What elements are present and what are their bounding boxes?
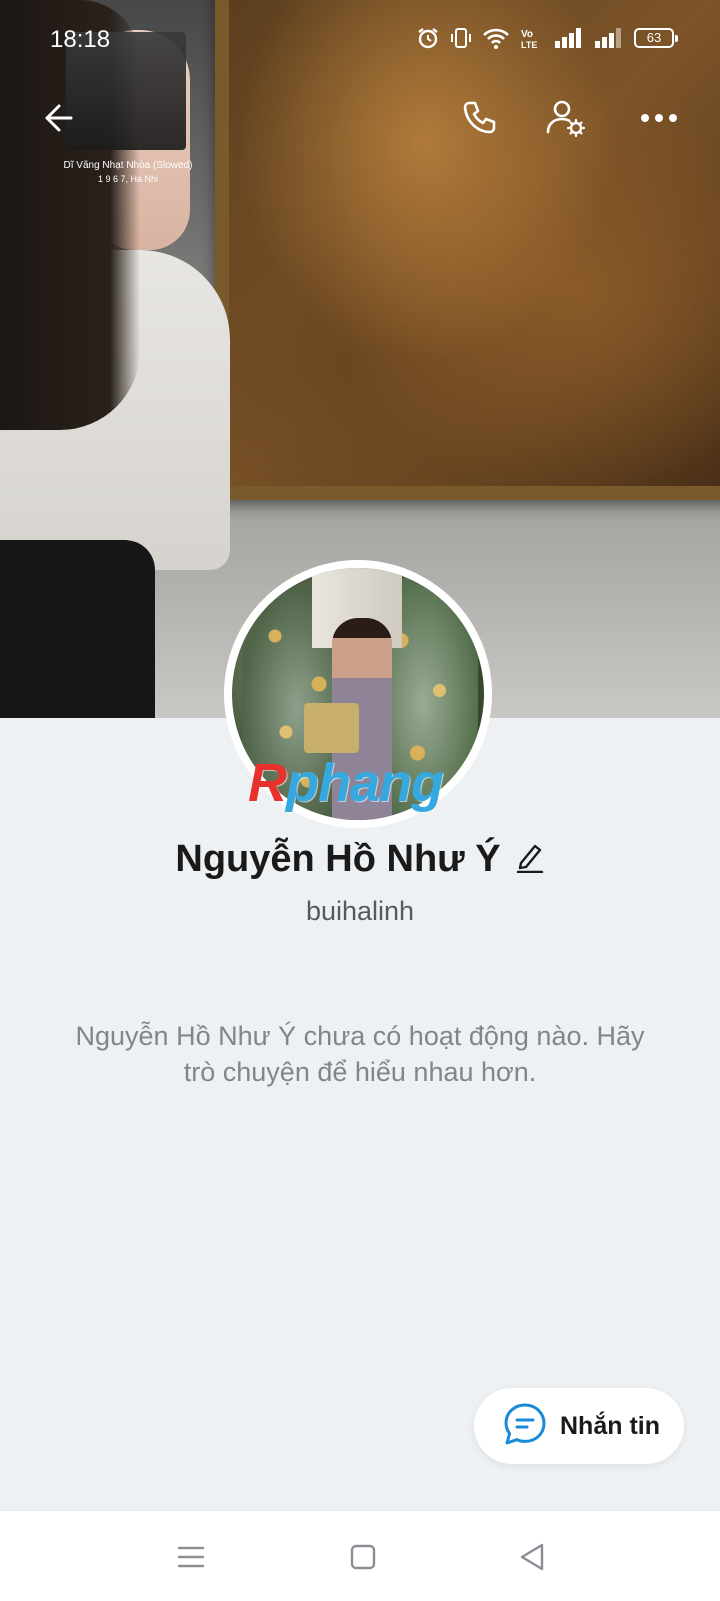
user-settings-icon	[544, 96, 588, 145]
profile-username: buihalinh	[305, 896, 415, 926]
avatar-photo	[232, 568, 484, 820]
arrow-left-icon	[35, 98, 75, 143]
nav-back-button[interactable]	[512, 1539, 552, 1579]
painting-canvas	[229, 0, 720, 486]
avatar[interactable]	[224, 560, 492, 828]
square-home-icon	[349, 1543, 377, 1576]
volte-icon: Vo LTE	[520, 26, 544, 50]
message-button-label: Nhắn tin	[560, 1411, 660, 1440]
triangle-back-icon	[518, 1542, 546, 1577]
signal-strength-2-icon	[594, 27, 624, 49]
avatar-gift-box	[304, 703, 359, 753]
cover-painting	[215, 0, 720, 500]
nav-home-button[interactable]	[343, 1539, 383, 1579]
phone-icon	[459, 97, 501, 144]
profile-settings-button[interactable]	[538, 92, 594, 148]
cover-person-skirt	[0, 540, 155, 718]
signal-strength-icon	[554, 27, 584, 49]
status-icons: Vo LTE 63	[416, 26, 678, 50]
vibrate-icon	[450, 26, 472, 50]
svg-text:LTE: LTE	[521, 40, 537, 50]
nav-menu-button[interactable]	[171, 1539, 211, 1579]
edit-name-button[interactable]	[515, 841, 545, 878]
music-widget-title: Dĩ Vãng Nhạt Nhòa (Slowed)	[63, 160, 193, 171]
svg-text:Vo: Vo	[521, 29, 533, 40]
music-widget-subtitle: 1 9 6 7, Hà Nhi	[97, 174, 159, 184]
chat-bubble-icon	[502, 1402, 548, 1451]
system-nav-bar	[0, 1510, 720, 1601]
status-bar: 18:18 Vo LTE 63	[0, 0, 720, 72]
battery-indicator: 63	[634, 28, 678, 48]
menu-lines-icon	[176, 1544, 206, 1575]
call-button[interactable]	[452, 92, 508, 148]
more-dots-icon	[639, 111, 679, 129]
pencil-icon	[515, 841, 545, 878]
activity-empty-message: Nguyễn Hồ Như Ý chưa có hoạt động nào. H…	[75, 1021, 645, 1087]
profile-name-row: Nguyễn Hồ Như Ý	[0, 838, 720, 881]
more-options-button[interactable]	[631, 92, 687, 148]
alarm-icon	[416, 26, 440, 50]
wifi-icon	[482, 26, 510, 50]
back-button[interactable]	[27, 92, 83, 148]
message-button[interactable]: Nhắn tin	[474, 1388, 684, 1464]
profile-name: Nguyễn Hồ Như Ý	[175, 838, 501, 880]
status-time: 18:18	[50, 26, 111, 53]
